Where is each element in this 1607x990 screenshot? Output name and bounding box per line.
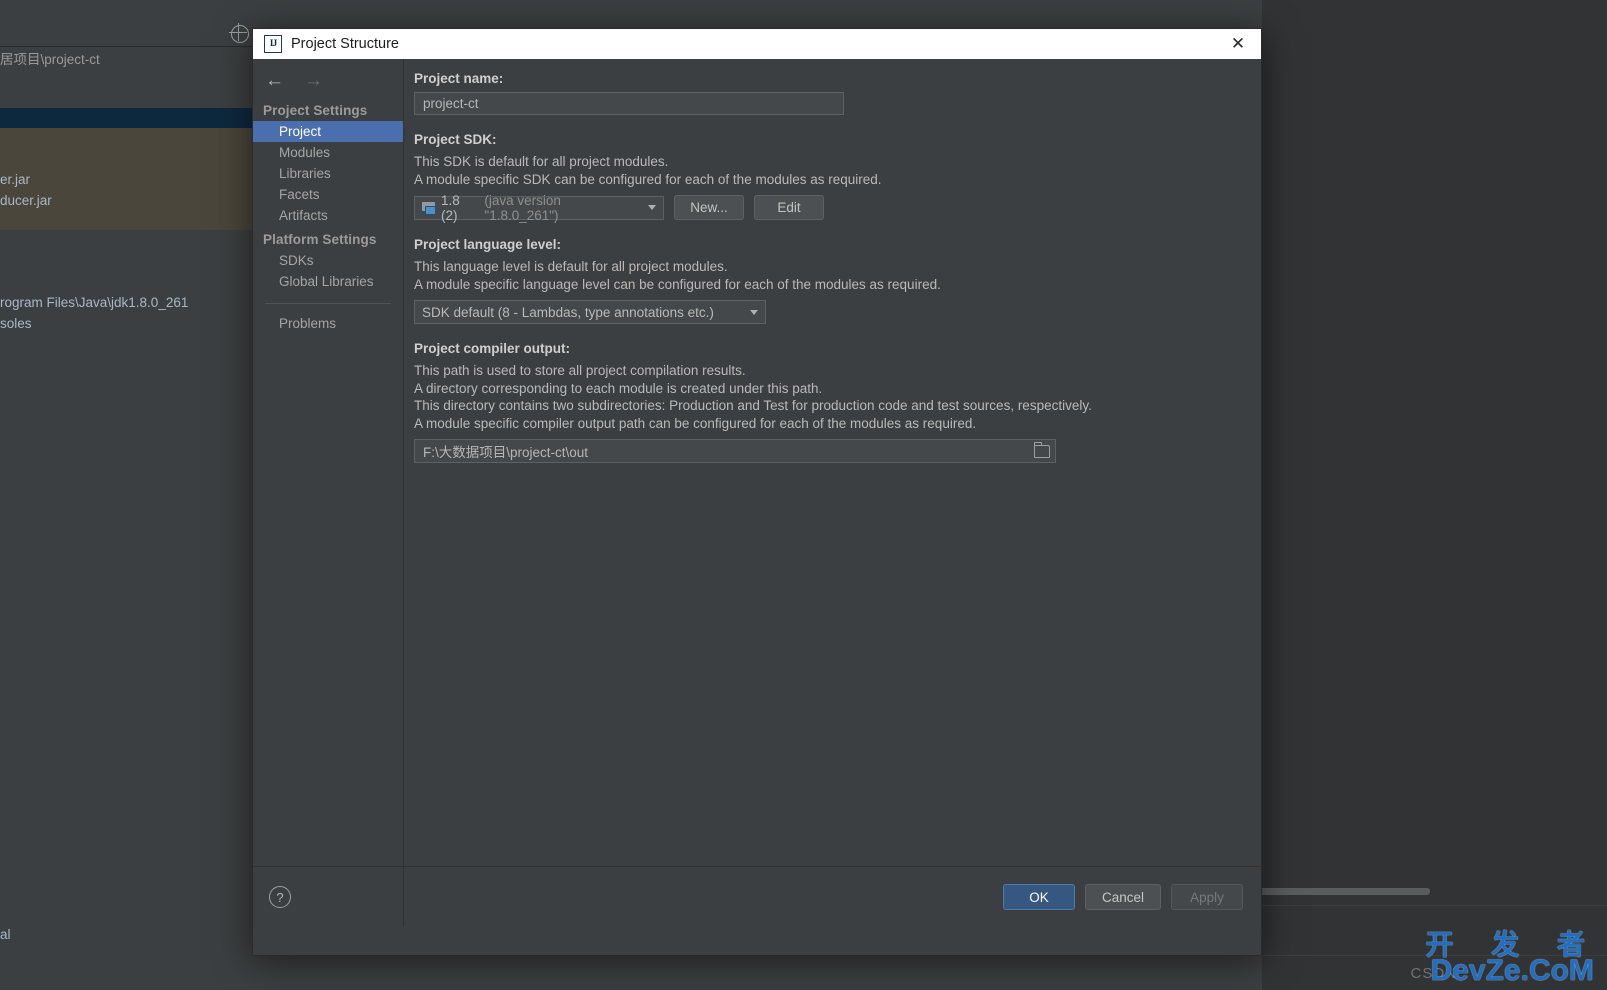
background-line-1: er.jar — [0, 172, 31, 187]
arrow-left-icon[interactable]: ← — [265, 71, 284, 90]
project-name-block: Project name: project-ct — [414, 71, 1261, 115]
compiler-output-input[interactable]: F:\大数据项目\project-ct\out — [414, 439, 1056, 463]
sidebar-item-global-libraries[interactable]: Global Libraries — [253, 271, 403, 292]
project-sdk-block: Project SDK: This SDK is default for all… — [414, 132, 1261, 223]
close-icon[interactable]: ✕ — [1221, 29, 1255, 59]
rail-divider-1 — [1262, 905, 1607, 906]
compiler-output-desc-4: A module specific compiler output path c… — [414, 415, 977, 431]
sidebar-item-sdks[interactable]: SDKs — [253, 250, 403, 271]
sidebar-item-modules[interactable]: Modules — [253, 142, 403, 163]
compiler-output-desc-2: A directory corresponding to each module… — [414, 380, 823, 396]
chevron-down-icon[interactable] — [743, 301, 765, 323]
chevron-down-icon[interactable] — [641, 197, 663, 219]
compiler-output-desc-3: This directory contains two subdirectori… — [414, 398, 1092, 413]
background-line-5: al — [0, 927, 11, 942]
edit-sdk-button[interactable]: Edit — [754, 195, 824, 220]
language-level-label: Project language level: — [414, 237, 562, 252]
editor-highlight-block — [0, 128, 254, 230]
right-tool-rail — [1262, 0, 1607, 990]
project-sdk-name: 1.8 (2) — [441, 192, 460, 223]
sidebar-item-facets[interactable]: Facets — [253, 184, 403, 205]
ok-button[interactable]: OK — [1002, 884, 1075, 910]
project-sdk-desc-1: This SDK is default for all project modu… — [414, 154, 669, 169]
sidebar-nav: ← → — [253, 59, 403, 97]
sidebar-item-artifacts[interactable]: Artifacts — [253, 205, 403, 226]
dialog-title: Project Structure — [291, 36, 399, 52]
new-sdk-button[interactable]: New... — [674, 195, 744, 220]
background-line-4: soles — [0, 316, 32, 331]
background-line-3: rogram Files\Java\jdk1.8.0_261 — [0, 295, 189, 310]
project-sdk-version: (java version "1.8.0_261") — [484, 192, 561, 223]
sidebar-item-problems[interactable]: Problems — [253, 313, 403, 334]
language-level-select[interactable]: SDK default (8 - Lambdas, type annotatio… — [414, 300, 766, 324]
project-name-label: Project name: — [414, 71, 504, 86]
dialog-titlebar: IJ Project Structure ✕ — [253, 29, 1261, 59]
csdn-watermark-text: CSDN — [1410, 965, 1457, 982]
help-question-icon[interactable]: ? — [269, 886, 291, 908]
compiler-output-block: Project compiler output: This path is us… — [414, 341, 1261, 463]
background-line-2: ducer.jar — [0, 193, 52, 208]
intellij-idea-icon: IJ — [264, 35, 282, 53]
sidebar-item-libraries[interactable]: Libraries — [253, 163, 403, 184]
dialog-content: Project name: project-ct Project SDK: Th… — [404, 59, 1261, 927]
dialog-sidebar: ← → Project Settings Project Modules Lib… — [253, 59, 404, 927]
project-sdk-select[interactable]: 1.8 (2) (java version "1.8.0_261") — [414, 192, 664, 223]
project-structure-dialog: IJ Project Structure ✕ ← → Project Setti… — [252, 28, 1262, 956]
sidebar-divider — [265, 303, 391, 304]
dialog-action-buttons: OK Cancel Apply — [1002, 884, 1243, 910]
apply-button[interactable]: Apply — [1171, 884, 1243, 910]
dialog-body: ← → Project Settings Project Modules Lib… — [253, 59, 1261, 927]
language-level-controls: SDK default (8 - Lambdas, type annotatio… — [414, 300, 1261, 324]
compiler-output-label: Project compiler output: — [414, 341, 571, 356]
editor-selected-line — [0, 108, 254, 128]
language-level-block: Project language level: This language le… — [414, 237, 1261, 324]
language-level-desc-1: This language level is default for all p… — [414, 259, 728, 274]
language-level-desc-2: A module specific language level can be … — [414, 276, 941, 292]
compiler-output-value: F:\大数据项目\project-ct\out — [423, 445, 589, 460]
jdk-icon — [422, 201, 436, 215]
sidebar-group-platform-settings: Platform Settings — [263, 232, 377, 247]
compiler-output-desc-1: This path is used to store all project c… — [414, 363, 746, 378]
h-scrollbar[interactable] — [1255, 888, 1430, 895]
language-level-value: SDK default (8 - Lambdas, type annotatio… — [422, 304, 714, 320]
breadcrumb: 居项目\project-ct — [0, 52, 100, 67]
sidebar-item-project[interactable]: Project — [253, 121, 403, 142]
rail-divider-2 — [1262, 955, 1607, 956]
project-sdk-label: Project SDK: — [414, 132, 497, 147]
project-sdk-controls: 1.8 (2) (java version "1.8.0_261") New..… — [414, 192, 1261, 223]
sidebar-group-project-settings: Project Settings — [263, 103, 368, 118]
project-name-input[interactable]: project-ct — [414, 92, 844, 115]
folder-icon[interactable] — [1029, 440, 1055, 462]
cancel-button[interactable]: Cancel — [1084, 884, 1161, 910]
arrow-right-icon[interactable]: → — [304, 71, 323, 90]
project-sdk-desc-2: A module specific SDK can be configured … — [414, 171, 882, 187]
dialog-footer: ? OK Cancel Apply — [253, 866, 1261, 927]
